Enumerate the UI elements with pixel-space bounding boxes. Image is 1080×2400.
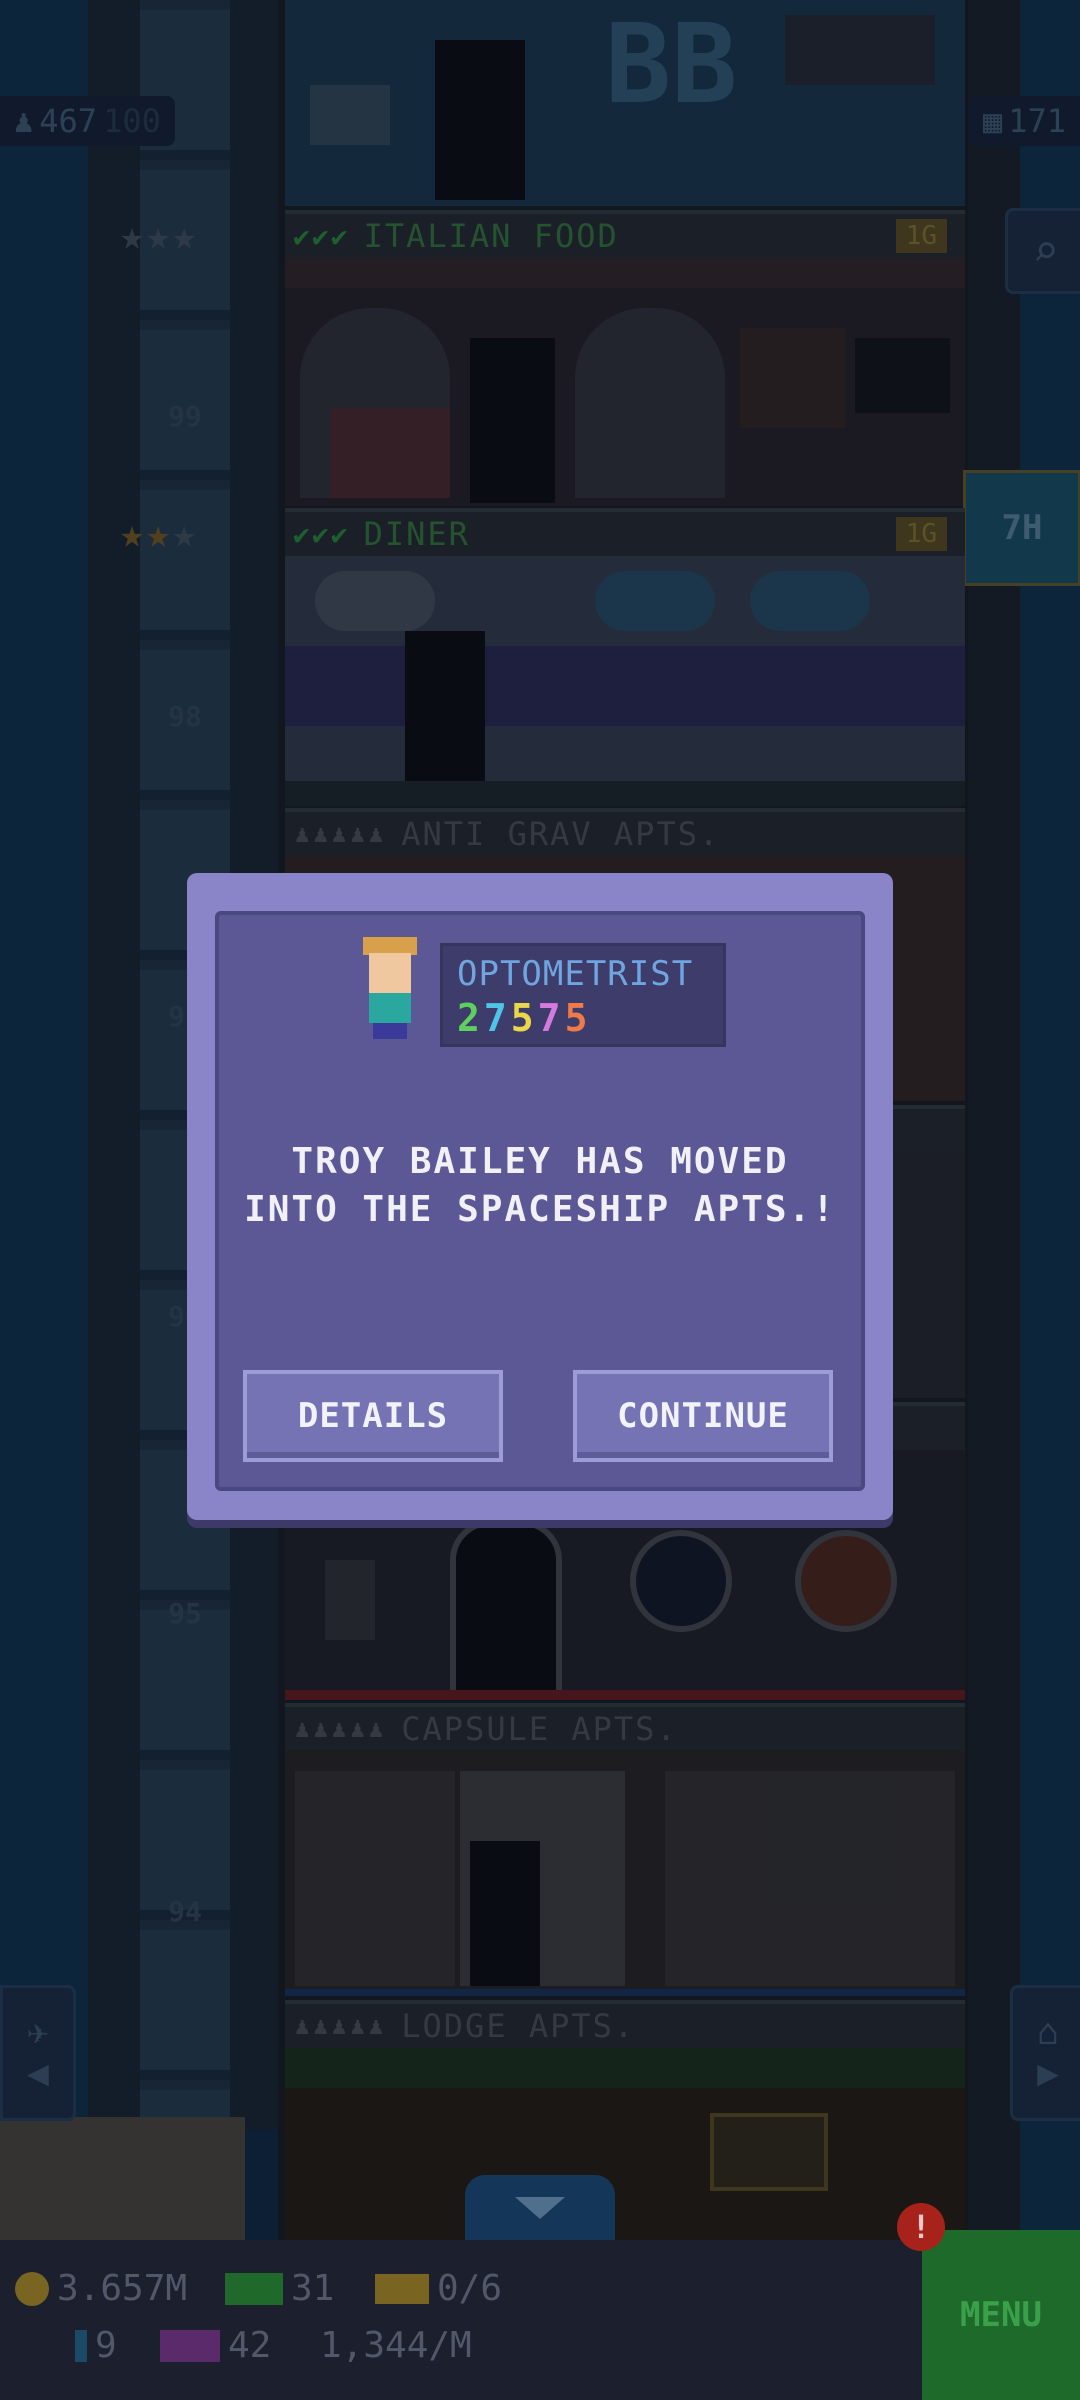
job-digit: 2 [457, 996, 484, 1040]
bux-stat[interactable]: 31 [225, 2268, 334, 2309]
job-box: OPTOMETRIST 27575 [440, 943, 726, 1047]
avatar-pants [373, 1023, 407, 1039]
job-number: 27575 [457, 996, 591, 1040]
vip-icon [160, 2329, 220, 2362]
alert-icon[interactable]: ! [897, 2203, 945, 2251]
avatar [355, 937, 425, 1042]
coins-value: 3.657M [57, 2268, 188, 2309]
vip-value: 42 [228, 2325, 272, 2366]
bux-icon [225, 2272, 283, 2305]
tickets-stat[interactable]: 0/6 [375, 2268, 502, 2309]
avatar-face [369, 953, 411, 993]
job-digit: 5 [564, 996, 592, 1040]
job-title: OPTOMETRIST [457, 954, 694, 994]
key-icon [75, 2329, 87, 2362]
bux-value: 31 [291, 2268, 335, 2309]
menu-button[interactable]: MENU [922, 2230, 1080, 2400]
keys-value: 9 [95, 2325, 117, 2366]
coin-icon [15, 2271, 49, 2306]
keys-stat[interactable]: 9 [75, 2325, 117, 2366]
job-digit: 7 [483, 996, 511, 1040]
dialog-message: TROY BAILEY HAS MOVED INTO THE SPACESHIP… [244, 1141, 836, 1230]
coins-stat[interactable]: 3.657M [15, 2268, 187, 2309]
job-digit: 5 [510, 996, 538, 1040]
tickets-value: 0/6 [437, 2268, 503, 2309]
job-digit: 7 [537, 996, 565, 1040]
ticket-icon [375, 2273, 429, 2304]
bottom-bar [0, 2240, 1080, 2400]
continue-button[interactable]: CONTINUE [573, 1370, 833, 1462]
vip-stat[interactable]: 42 [160, 2325, 271, 2366]
details-button[interactable]: DETAILS [243, 1370, 503, 1462]
avatar-shirt [369, 993, 411, 1023]
income-rate: 1,344/M [320, 2325, 472, 2366]
